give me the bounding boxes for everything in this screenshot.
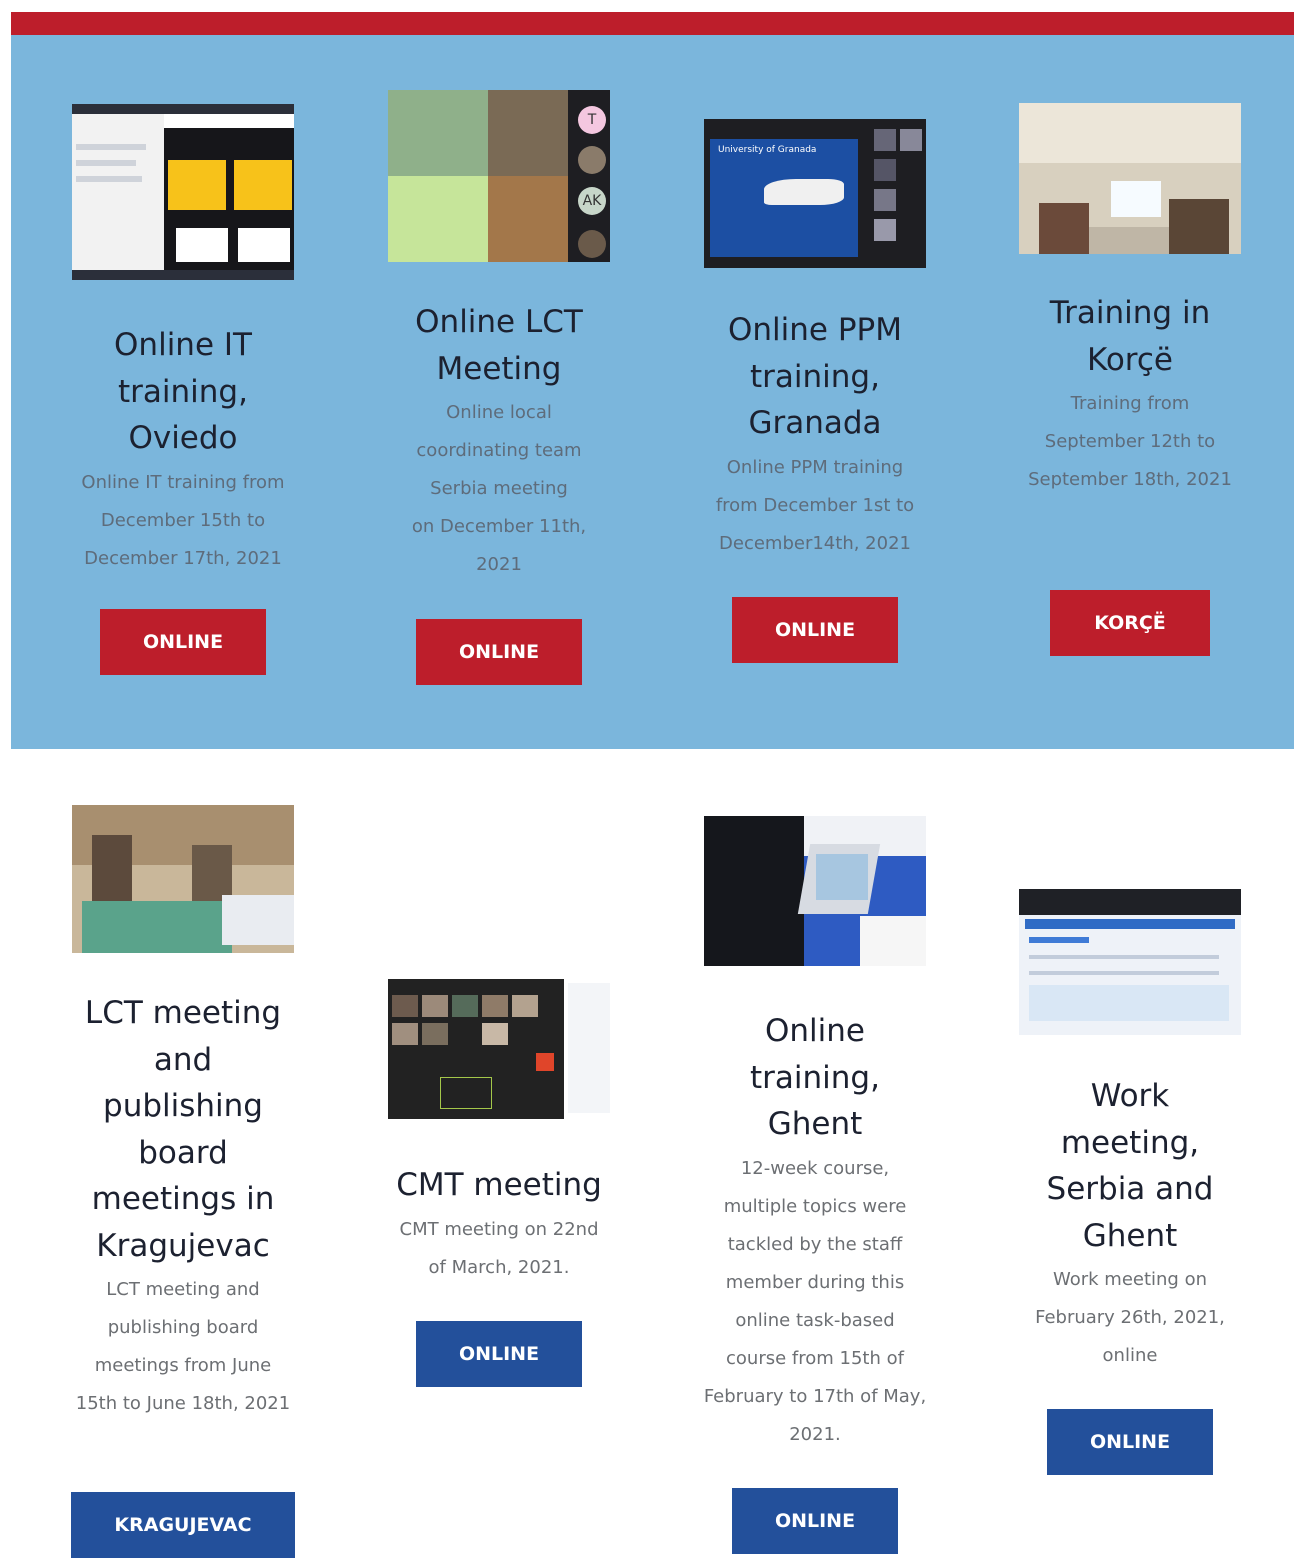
location-button[interactable]: ONLINE [732,596,898,663]
slide-title: University of Granada [718,145,817,155]
event-description: Online local coordinating team Serbia me… [411,402,587,575]
event-thumbnail[interactable] [388,979,610,1126]
location-button[interactable]: KRAGUJEVAC [71,1492,295,1558]
location-button[interactable]: ONLINE [416,1320,582,1387]
event-card-ghent: Online training, Ghent 12-week course, m… [685,816,945,1554]
event-description: Online PPM training from December 1st to… [715,456,915,554]
event-title: Work meeting, Serbia and Ghent [1046,1078,1214,1254]
event-title: Online training, Ghent [750,1013,880,1142]
event-description: LCT meeting and publishing board meeting… [75,1279,291,1414]
event-card-oviedo: Online IT training, Oviedo Online IT tra… [53,104,313,675]
event-title: Online PPM training, Granada [728,312,902,441]
event-thumbnail[interactable]: University of Granada [704,119,926,268]
event-thumbnail[interactable] [704,816,926,966]
location-button[interactable]: ONLINE [1047,1409,1213,1475]
event-thumbnail[interactable] [72,104,294,280]
event-thumbnail[interactable]: T AK [388,90,610,262]
event-title: Training in Korçë [1049,295,1211,378]
top-accent-bar [11,12,1294,35]
event-card-granada: University of Granada Online PPM trainin… [685,119,945,663]
event-description: 12-week course, multiple topics were tac… [703,1157,927,1445]
event-title: LCT meeting and publishing board meeting… [84,995,282,1264]
event-title: Online IT training, Oviedo [114,327,252,456]
event-card-kragujevac: LCT meeting and publishing board meeting… [53,805,313,1558]
avatar-ak: AK [578,187,606,215]
event-title: CMT meeting [396,1167,602,1203]
event-description: Training from September 12th to Septembe… [1028,393,1232,490]
event-description: Work meeting on February 26th, 2021, onl… [1035,1269,1225,1366]
event-thumbnail[interactable] [1019,103,1241,254]
event-thumbnail[interactable] [1019,889,1241,1035]
event-thumbnail[interactable] [72,805,294,953]
event-description: CMT meeting on 22nd of March, 2021. [399,1218,599,1278]
location-button[interactable]: ONLINE [100,608,266,675]
location-button[interactable]: ONLINE [416,619,582,685]
event-card-cmt: CMT meeting CMT meeting on 22nd of March… [369,979,629,1387]
avatar-t: T [578,106,606,134]
event-card-serbia-ghent: Work meeting, Serbia and Ghent Work meet… [1000,889,1260,1475]
location-button[interactable]: ONLINE [732,1487,898,1554]
event-title: Online LCT Meeting [415,304,583,387]
location-button[interactable]: KORÇË [1050,590,1210,656]
event-card-korce: Training in Korçë Training from Septembe… [1000,103,1260,656]
event-card-lct-online: T AK Online LCT Meeting Online local coo… [369,90,629,685]
event-description: Online IT training from December 15th to… [81,471,285,569]
